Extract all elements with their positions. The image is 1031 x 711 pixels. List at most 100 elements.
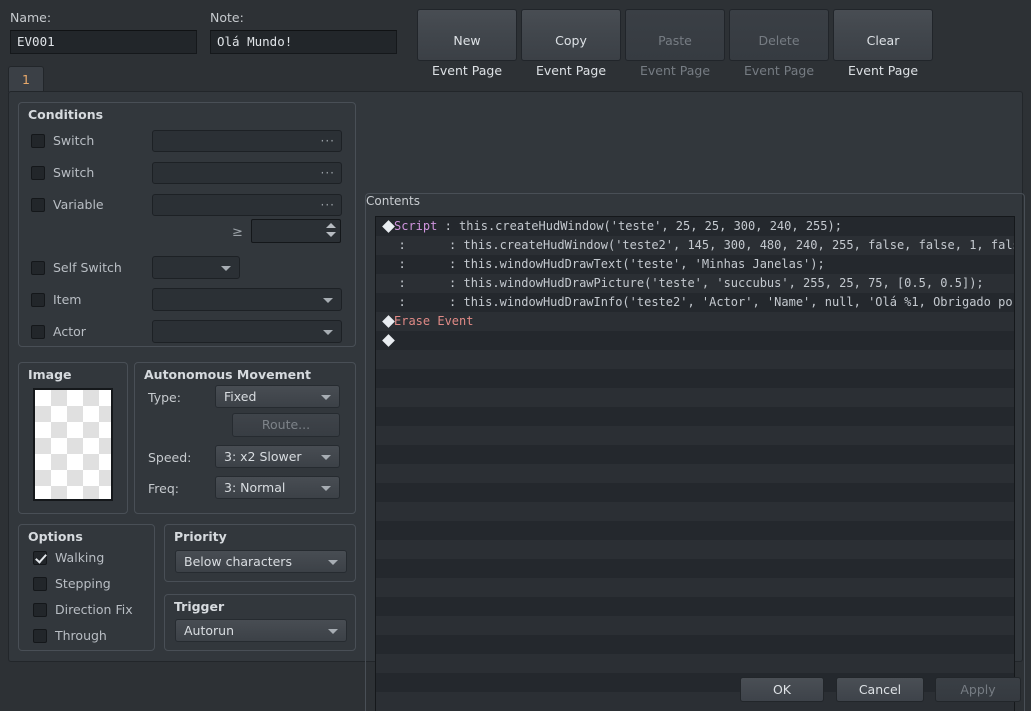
movement-type-combo[interactable]: Fixed — [215, 385, 340, 408]
copy-event-page-button[interactable]: Copy Event Page — [521, 9, 621, 78]
direction-fix-label: Direction Fix — [55, 602, 133, 617]
event-command-row-empty[interactable] — [376, 407, 1014, 426]
event-command-row-empty[interactable] — [376, 635, 1014, 654]
new-event-page-line1: New — [453, 33, 481, 48]
event-command-row[interactable] — [376, 331, 1014, 350]
event-command-row-empty[interactable] — [376, 426, 1014, 445]
event-command-row[interactable]: : : this.windowHudDrawInfo('teste2', 'Ac… — [376, 293, 1014, 312]
delete-event-page-line1: Delete — [758, 33, 800, 48]
command-diamond-icon — [382, 220, 395, 233]
chevron-down-icon — [321, 394, 331, 400]
command-keyword: Erase Event — [394, 314, 474, 328]
new-event-page-button[interactable]: New Event Page — [417, 9, 517, 78]
self-switch-label: Self Switch — [53, 260, 122, 275]
event-command-row-empty[interactable] — [376, 521, 1014, 540]
event-command-row-empty[interactable] — [376, 350, 1014, 369]
switch-2-label: Switch — [53, 165, 95, 180]
switch-1-ellipsis-icon: ··· — [320, 134, 335, 148]
item-combo[interactable] — [152, 288, 342, 311]
movement-route-button: Route... — [232, 413, 340, 437]
event-command-row[interactable]: : : this.createHudWindow('teste2', 145, … — [376, 236, 1014, 255]
event-command-row-empty[interactable] — [376, 369, 1014, 388]
event-command-row-empty[interactable] — [376, 559, 1014, 578]
item-label: Item — [53, 292, 82, 307]
event-command-row-empty[interactable] — [376, 445, 1014, 464]
event-editor-window: Name: EV001 Note: Olá Mundo! New Event P… — [0, 0, 1031, 711]
event-command-row-empty[interactable] — [376, 578, 1014, 597]
command-indent — [384, 257, 398, 271]
event-command-row[interactable]: Script : this.createHudWindow('teste', 2… — [376, 217, 1014, 236]
switch-2-field[interactable]: ··· — [152, 162, 342, 184]
ok-button[interactable]: OK — [740, 677, 824, 702]
clear-event-page-button[interactable]: Clear Event Page — [833, 9, 933, 78]
option-row-stepping: Stepping — [33, 576, 111, 591]
event-command-row-empty[interactable] — [376, 597, 1014, 616]
event-command-row[interactable]: Erase Event — [376, 312, 1014, 331]
through-checkbox[interactable] — [33, 628, 47, 643]
switch-2-ellipsis-icon: ··· — [320, 166, 335, 180]
command-keyword: : — [398, 295, 406, 309]
spinner-arrows-icon[interactable] — [326, 223, 336, 241]
cancel-button[interactable]: Cancel — [836, 677, 924, 702]
event-command-row-empty[interactable] — [376, 388, 1014, 407]
item-checkbox[interactable] — [31, 292, 45, 307]
event-command-row-empty[interactable] — [376, 464, 1014, 483]
command-keyword: : — [398, 238, 406, 252]
command-keyword: : — [398, 276, 406, 290]
self-switch-checkbox[interactable] — [31, 260, 45, 275]
condition-row-actor: Actor — [31, 324, 86, 339]
variable-checkbox[interactable] — [31, 197, 45, 212]
chevron-down-icon — [323, 329, 333, 335]
variable-count-spinner[interactable] — [251, 219, 341, 243]
command-keyword: Script — [394, 219, 438, 233]
trigger-combo[interactable]: Autorun — [175, 619, 347, 642]
command-separator: : — [405, 295, 464, 309]
variable-operator: ≥ — [232, 225, 243, 240]
condition-row-variable: Variable — [31, 197, 104, 212]
trigger-group: Trigger Autorun — [164, 594, 356, 651]
direction-fix-checkbox[interactable] — [33, 602, 47, 617]
priority-value: Below characters — [184, 554, 292, 569]
command-diamond-icon — [382, 315, 395, 328]
switch-1-checkbox[interactable] — [31, 133, 45, 148]
name-label: Name: — [10, 10, 52, 25]
command-indent — [384, 295, 398, 309]
event-command-row-empty[interactable] — [376, 540, 1014, 559]
condition-row-item: Item — [31, 292, 81, 307]
note-label: Note: — [210, 10, 244, 25]
conditions-group: Conditions Switch ··· Switch ··· Variabl… — [18, 102, 356, 347]
walking-checkbox[interactable] — [33, 550, 47, 565]
priority-combo[interactable]: Below characters — [175, 550, 347, 573]
event-command-row-empty[interactable] — [376, 654, 1014, 673]
note-input[interactable]: Olá Mundo! — [210, 30, 397, 54]
event-page-tabs: 1 — [8, 66, 1023, 92]
variable-field[interactable]: ··· — [152, 194, 342, 216]
options-group: Options Walking Stepping Direction Fix T… — [18, 524, 155, 651]
event-command-row[interactable]: : : this.windowHudDrawText('teste', 'Min… — [376, 255, 1014, 274]
self-switch-combo[interactable] — [152, 256, 240, 279]
event-command-row-empty[interactable] — [376, 616, 1014, 635]
movement-freq-combo[interactable]: 3: Normal — [215, 476, 340, 499]
paste-event-page-button: Paste Event Page — [625, 9, 725, 78]
switch-1-field[interactable]: ··· — [152, 130, 342, 152]
switch-2-checkbox[interactable] — [31, 165, 45, 180]
movement-speed-combo[interactable]: 3: x2 Slower — [215, 445, 340, 468]
image-title: Image — [28, 367, 72, 382]
stepping-checkbox[interactable] — [33, 576, 47, 591]
movement-speed-label: Speed: — [148, 450, 192, 465]
actor-combo[interactable] — [152, 320, 342, 343]
tab-page-1[interactable]: 1 — [8, 66, 44, 92]
variable-label: Variable — [53, 197, 104, 212]
command-separator: : — [405, 238, 464, 252]
movement-speed-value: 3: x2 Slower — [224, 449, 302, 464]
variable-ellipsis-icon: ··· — [320, 198, 335, 212]
actor-label: Actor — [53, 324, 86, 339]
actor-checkbox[interactable] — [31, 324, 45, 339]
event-command-row[interactable]: : : this.windowHudDrawPicture('teste', '… — [376, 274, 1014, 293]
event-command-row-empty[interactable] — [376, 502, 1014, 521]
character-image-preview[interactable] — [33, 388, 113, 501]
event-command-list[interactable]: Script : this.createHudWindow('teste', 2… — [375, 216, 1015, 711]
name-input[interactable]: EV001 — [10, 30, 197, 54]
trigger-value: Autorun — [184, 623, 235, 638]
event-command-row-empty[interactable] — [376, 483, 1014, 502]
